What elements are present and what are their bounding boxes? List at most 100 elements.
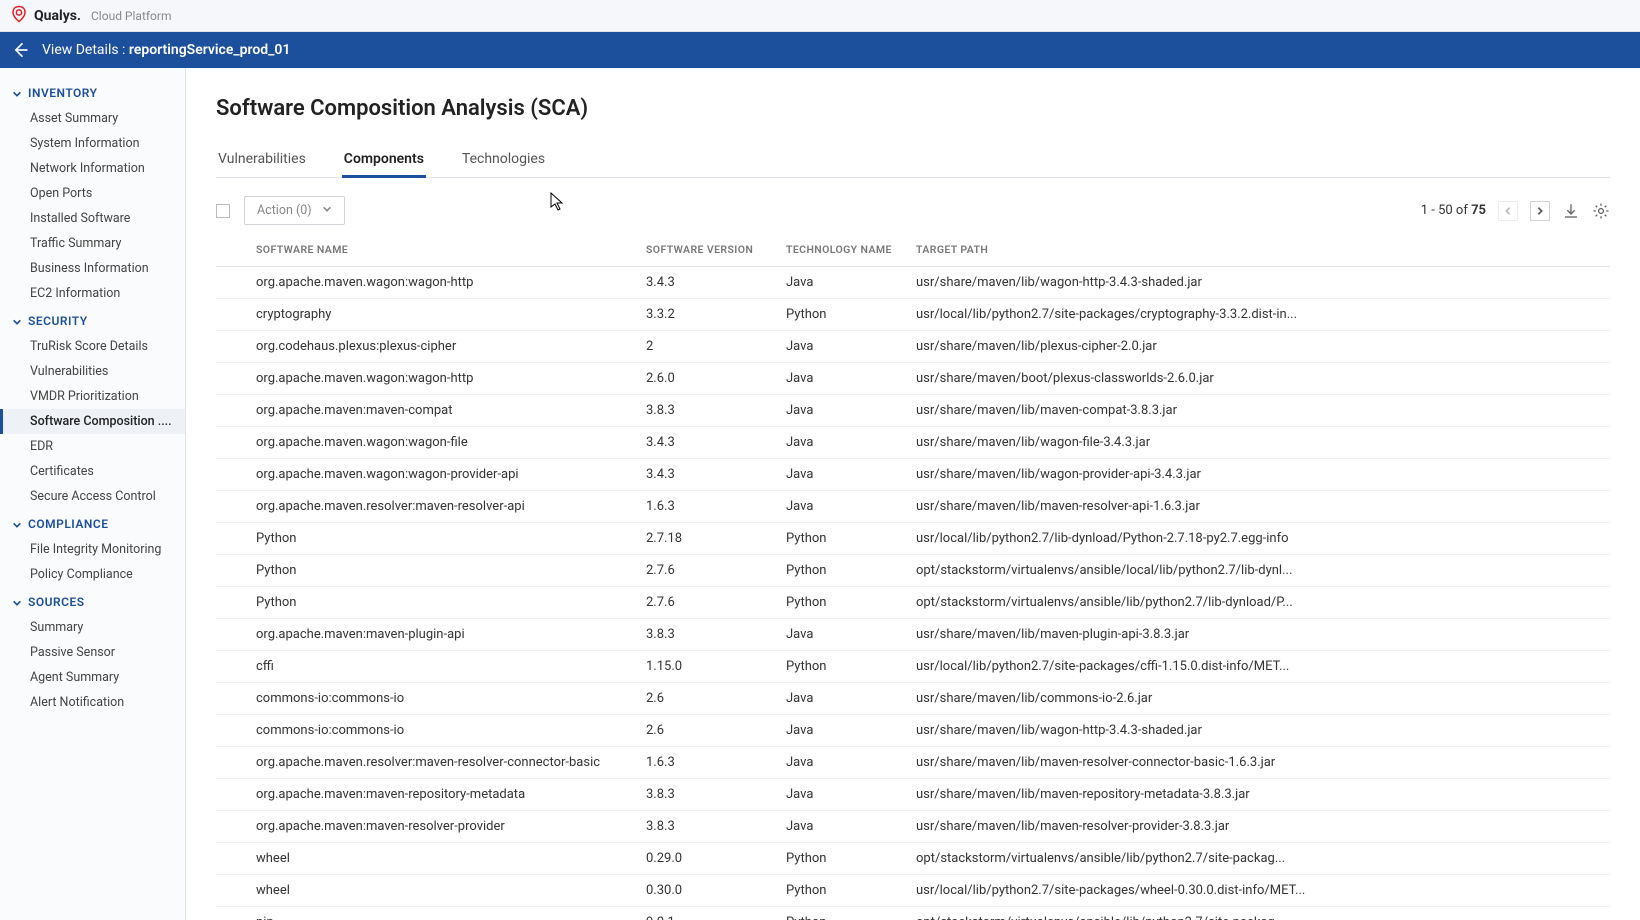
sidebar-item[interactable]: EDR bbox=[0, 434, 185, 459]
sidebar-item[interactable]: Open Ports bbox=[0, 181, 185, 206]
cell-name: org.apache.maven.wagon:wagon-http bbox=[246, 363, 636, 395]
action-dropdown[interactable]: Action (0) bbox=[244, 196, 345, 225]
gear-icon[interactable] bbox=[1592, 202, 1610, 220]
back-arrow-icon[interactable] bbox=[10, 40, 30, 60]
select-all-checkbox[interactable] bbox=[216, 204, 230, 218]
chevron-down-icon bbox=[322, 203, 332, 218]
cell-path: usr/local/lib/python2.7/lib-dynload/Pyth… bbox=[906, 523, 1610, 555]
brand-logo: Qualys. Cloud Platform bbox=[10, 5, 171, 27]
cell-name: org.apache.maven.wagon:wagon-file bbox=[246, 427, 636, 459]
table-row[interactable]: commons-io:commons-io2.6Javausr/share/ma… bbox=[216, 715, 1610, 747]
sidebar-section-header[interactable]: COMPLIANCE bbox=[0, 509, 185, 537]
tab[interactable]: Components bbox=[342, 145, 426, 177]
table-row[interactable]: org.apache.maven.wagon:wagon-file3.4.3Ja… bbox=[216, 427, 1610, 459]
table-row[interactable]: org.codehaus.plexus:plexus-cipher2Javaus… bbox=[216, 331, 1610, 363]
sidebar-item[interactable]: Network Information bbox=[0, 156, 185, 181]
col-header-path[interactable]: TARGET PATH bbox=[906, 235, 1610, 267]
tab[interactable]: Vulnerabilities bbox=[216, 145, 308, 177]
pager-prev-button[interactable] bbox=[1498, 201, 1518, 221]
cell-path: opt/stackstorm/virtualenvs/ansible/local… bbox=[906, 555, 1610, 587]
table-row[interactable]: pip9.0.1Pythonopt/stackstorm/virtualenvs… bbox=[216, 907, 1610, 920]
sidebar-section-title: SECURITY bbox=[28, 314, 88, 328]
sidebar-section-header[interactable]: INVENTORY bbox=[0, 78, 185, 106]
sidebar-item[interactable]: Policy Compliance bbox=[0, 562, 185, 587]
cell-version: 3.4.3 bbox=[636, 427, 776, 459]
download-icon[interactable] bbox=[1562, 202, 1580, 220]
qualys-logo-icon bbox=[10, 5, 28, 27]
sidebar-item[interactable]: Vulnerabilities bbox=[0, 359, 185, 384]
cell-path: opt/stackstorm/virtualenvs/ansible/lib/p… bbox=[906, 843, 1610, 875]
cell-name: org.apache.maven:maven-compat bbox=[246, 395, 636, 427]
sidebar-section-header[interactable]: SOURCES bbox=[0, 587, 185, 615]
cell-path: usr/share/maven/lib/wagon-provider-api-3… bbox=[906, 459, 1610, 491]
sidebar-item[interactable]: VMDR Prioritization bbox=[0, 384, 185, 409]
table-row[interactable]: Python2.7.18Pythonusr/local/lib/python2.… bbox=[216, 523, 1610, 555]
sidebar-item[interactable]: EC2 Information bbox=[0, 281, 185, 306]
chevron-down-icon bbox=[12, 88, 22, 98]
tab[interactable]: Technologies bbox=[460, 145, 547, 177]
table-row[interactable]: org.apache.maven.wagon:wagon-http3.4.3Ja… bbox=[216, 267, 1610, 299]
cell-name: wheel bbox=[246, 843, 636, 875]
cell-tech: Java bbox=[776, 459, 906, 491]
table-row[interactable]: Python2.7.6Pythonopt/stackstorm/virtuale… bbox=[216, 587, 1610, 619]
cell-version: 1.15.0 bbox=[636, 651, 776, 683]
table-row[interactable]: org.apache.maven:maven-repository-metada… bbox=[216, 779, 1610, 811]
col-header-name[interactable]: SOFTWARE NAME bbox=[246, 235, 636, 267]
sidebar-item[interactable]: Certificates bbox=[0, 459, 185, 484]
cell-version: 2.6 bbox=[636, 683, 776, 715]
sidebar-item[interactable]: Business Information bbox=[0, 256, 185, 281]
col-header-tech[interactable]: TECHNOLOGY NAME bbox=[776, 235, 906, 267]
cell-name: wheel bbox=[246, 875, 636, 907]
sidebar-item[interactable]: System Information bbox=[0, 131, 185, 156]
table-row[interactable]: org.apache.maven:maven-resolver-provider… bbox=[216, 811, 1610, 843]
table-row[interactable]: cryptography3.3.2Pythonusr/local/lib/pyt… bbox=[216, 299, 1610, 331]
table-row[interactable]: org.apache.maven.resolver:maven-resolver… bbox=[216, 747, 1610, 779]
table-wrap[interactable]: SOFTWARE NAME SOFTWARE VERSION TECHNOLOG… bbox=[216, 235, 1610, 920]
col-header-checkbox bbox=[216, 235, 246, 267]
sidebar-item[interactable]: Installed Software bbox=[0, 206, 185, 231]
sidebar-item[interactable]: File Integrity Monitoring bbox=[0, 537, 185, 562]
sidebar-item[interactable]: Alert Notification bbox=[0, 690, 185, 715]
cell-version: 2.6.0 bbox=[636, 363, 776, 395]
page-header: View Details : reportingService_prod_01 bbox=[0, 32, 1640, 68]
table-row[interactable]: org.apache.maven:maven-plugin-api3.8.3Ja… bbox=[216, 619, 1610, 651]
chevron-down-icon bbox=[12, 316, 22, 326]
table-row[interactable]: org.apache.maven:maven-compat3.8.3Javaus… bbox=[216, 395, 1610, 427]
cell-path: usr/share/maven/boot/plexus-classworlds-… bbox=[906, 363, 1610, 395]
cell-version: 3.3.2 bbox=[636, 299, 776, 331]
cell-version: 3.8.3 bbox=[636, 395, 776, 427]
sidebar-item[interactable]: Passive Sensor bbox=[0, 640, 185, 665]
table-row[interactable]: org.apache.maven.resolver:maven-resolver… bbox=[216, 491, 1610, 523]
sidebar-item[interactable]: Traffic Summary bbox=[0, 231, 185, 256]
cell-version: 2.7.18 bbox=[636, 523, 776, 555]
pager-next-button[interactable] bbox=[1530, 201, 1550, 221]
sidebar-item[interactable]: TruRisk Score Details bbox=[0, 334, 185, 359]
cell-name: org.apache.maven.resolver:maven-resolver… bbox=[246, 491, 636, 523]
sidebar[interactable]: INVENTORYAsset SummarySystem Information… bbox=[0, 68, 186, 920]
cell-path: usr/share/maven/lib/maven-resolver-api-1… bbox=[906, 491, 1610, 523]
sidebar-section-title: SOURCES bbox=[28, 595, 85, 609]
cell-name: org.codehaus.plexus:plexus-cipher bbox=[246, 331, 636, 363]
cell-version: 3.8.3 bbox=[636, 811, 776, 843]
cell-path: usr/share/maven/lib/maven-repository-met… bbox=[906, 779, 1610, 811]
table-row[interactable]: org.apache.maven.wagon:wagon-provider-ap… bbox=[216, 459, 1610, 491]
table-row[interactable]: wheel0.29.0Pythonopt/stackstorm/virtuale… bbox=[216, 843, 1610, 875]
table-row[interactable]: cffi1.15.0Pythonusr/local/lib/python2.7/… bbox=[216, 651, 1610, 683]
table-row[interactable]: wheel0.30.0Pythonusr/local/lib/python2.7… bbox=[216, 875, 1610, 907]
cell-tech: Python bbox=[776, 875, 906, 907]
cell-name: org.apache.maven:maven-repository-metada… bbox=[246, 779, 636, 811]
sidebar-item[interactable]: Summary bbox=[0, 615, 185, 640]
sidebar-item[interactable]: Asset Summary bbox=[0, 106, 185, 131]
sidebar-item[interactable]: Agent Summary bbox=[0, 665, 185, 690]
col-header-version[interactable]: SOFTWARE VERSION bbox=[636, 235, 776, 267]
cell-tech: Python bbox=[776, 651, 906, 683]
cell-tech: Java bbox=[776, 779, 906, 811]
main-content: Software Composition Analysis (SCA) Vuln… bbox=[186, 68, 1640, 920]
sidebar-item[interactable]: Secure Access Control bbox=[0, 484, 185, 509]
cell-tech: Java bbox=[776, 395, 906, 427]
table-row[interactable]: commons-io:commons-io2.6Javausr/share/ma… bbox=[216, 683, 1610, 715]
table-row[interactable]: org.apache.maven.wagon:wagon-http2.6.0Ja… bbox=[216, 363, 1610, 395]
table-row[interactable]: Python2.7.6Pythonopt/stackstorm/virtuale… bbox=[216, 555, 1610, 587]
sidebar-section-header[interactable]: SECURITY bbox=[0, 306, 185, 334]
sidebar-item[interactable]: Software Composition .... bbox=[0, 409, 185, 434]
